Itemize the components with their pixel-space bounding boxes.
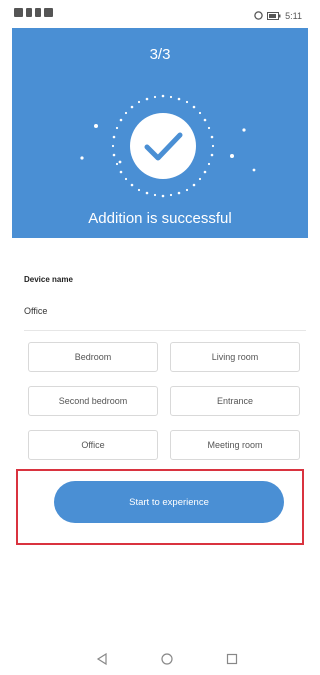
signal-icon (26, 8, 32, 17)
device-name-value[interactable]: Office (24, 306, 47, 316)
room-option-bedroom[interactable]: Bedroom (28, 342, 158, 372)
status-time: 5:11 (285, 11, 302, 21)
room-option-entrance[interactable]: Entrance (170, 386, 300, 416)
room-option-office[interactable]: Office (28, 430, 158, 460)
room-option-meeting-room[interactable]: Meeting room (170, 430, 300, 460)
sparkle-dots (80, 124, 256, 172)
device-name-label: Device name (24, 275, 73, 284)
notification-icon (14, 8, 23, 17)
wifi-icon (35, 8, 41, 17)
navigation-bar (0, 642, 310, 675)
room-option-living-room[interactable]: Living room (170, 342, 300, 372)
message-icon (44, 8, 53, 17)
room-option-second-bedroom[interactable]: Second bedroom (28, 386, 158, 416)
status-icons-right: 5:11 (254, 7, 302, 25)
start-to-experience-button[interactable]: Start to experience (54, 481, 284, 523)
recents-icon[interactable] (225, 652, 239, 666)
success-header: 3/3 Addition is successful (12, 28, 308, 238)
alarm-icon (254, 7, 263, 25)
home-icon[interactable] (160, 652, 174, 666)
divider (24, 330, 306, 331)
status-icons-left (14, 8, 53, 17)
back-icon[interactable] (95, 652, 109, 666)
status-bar: 5:11 (0, 0, 310, 28)
step-indicator: 3/3 (149, 46, 171, 63)
battery-icon (267, 7, 281, 25)
success-message: Addition is successful (88, 210, 232, 227)
